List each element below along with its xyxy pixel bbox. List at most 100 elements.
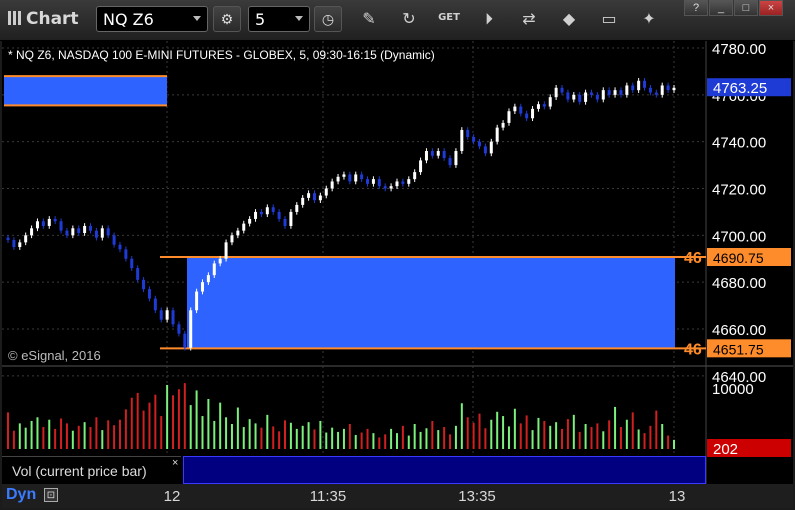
candle-body — [666, 85, 670, 91]
candle-body — [654, 92, 658, 95]
volume-tick-label: 10000 — [712, 381, 754, 398]
candle-body — [112, 235, 116, 245]
get-icon[interactable]: GET — [438, 12, 460, 23]
candle-body — [18, 242, 22, 248]
candle-body — [230, 235, 234, 243]
chevron-down-icon — [295, 16, 303, 21]
candle-body — [136, 268, 140, 280]
comment-icon[interactable]: ▭ — [598, 9, 620, 28]
candle-body — [584, 92, 588, 102]
volume-label: Vol (current price bar) — [12, 463, 147, 479]
volume-study-label[interactable]: Vol (current price bar) × — [2, 456, 181, 483]
candle-body — [572, 94, 576, 100]
lock-icon[interactable]: ⊡ — [44, 488, 58, 502]
interval-value: 5 — [255, 10, 266, 29]
candle-body — [153, 298, 157, 311]
price-tick-label: 4740.00 — [712, 135, 766, 152]
volume-last-label: 202 — [713, 441, 738, 458]
candle-body — [619, 90, 623, 95]
candle-body — [59, 221, 63, 231]
candle-body — [607, 90, 611, 95]
candle-body — [130, 258, 134, 269]
candle-body — [413, 172, 417, 180]
candle-body — [401, 181, 405, 184]
candle-body — [601, 90, 605, 100]
candle-body — [566, 92, 570, 100]
candle-body — [672, 87, 676, 91]
time-label: 12 — [163, 488, 181, 505]
app-title: Chart — [8, 9, 79, 29]
candle-body — [47, 218, 51, 226]
candle-body — [53, 218, 57, 222]
candle-body — [643, 80, 647, 88]
candle-body — [159, 310, 163, 320]
candle-body — [354, 174, 358, 182]
title-bar: Chart NQ Z6 ⚙ 5 ◷ ✎ ↻ GET ⏵ ⇄ ◆ ▭ ✦ ? _ … — [0, 0, 795, 41]
candle-body — [218, 258, 222, 264]
time-label: 11:35 — [309, 488, 347, 505]
refresh-icon[interactable]: ↻ — [398, 9, 420, 28]
dynamic-label[interactable]: Dyn — [6, 486, 36, 504]
candle-body — [71, 228, 75, 236]
candle-body — [30, 228, 34, 236]
candle-body — [519, 106, 523, 114]
watermark: © eSignal, 2016 — [8, 348, 101, 363]
volume-bars — [7, 383, 675, 449]
time-button[interactable]: ◷ — [314, 6, 342, 32]
candle-body — [35, 221, 39, 229]
maximize-button[interactable]: □ — [734, 0, 758, 16]
settings-button[interactable]: ⚙ — [213, 6, 241, 32]
candle-body — [124, 249, 128, 259]
candle-body — [318, 195, 322, 201]
candle-body — [648, 87, 652, 93]
candle-body — [548, 97, 552, 107]
candle-body — [212, 263, 216, 276]
symbol-select[interactable]: NQ Z6 — [96, 6, 208, 32]
chart-panel[interactable]: 4780.00 4760.00 4740.00 4720.00 4700.00 4680.… — [2, 41, 793, 508]
candle-body — [12, 240, 16, 248]
candle-body — [94, 230, 98, 238]
candle-body — [271, 207, 275, 212]
help-button[interactable]: ? — [684, 0, 708, 16]
candle-body — [536, 104, 540, 109]
candle-body — [171, 310, 175, 325]
candle-body — [478, 141, 482, 147]
pencil-icon[interactable]: ✎ — [358, 9, 380, 28]
twitter-icon[interactable]: ✦ — [638, 9, 660, 28]
candle-body — [330, 181, 334, 189]
candle-body — [371, 179, 375, 184]
candle-body — [360, 174, 364, 180]
interval-select[interactable]: 5 — [248, 6, 310, 32]
candle-body — [283, 218, 287, 226]
candle-body — [366, 179, 370, 184]
candle-body — [41, 221, 45, 226]
close-button[interactable]: × — [759, 0, 783, 16]
play-icon[interactable]: ⏵ — [478, 9, 500, 29]
candle-body — [578, 94, 582, 102]
price-chart[interactable]: 4780.004760.004740.004720.004700.004680.… — [2, 41, 793, 484]
minimize-button[interactable]: _ — [709, 0, 733, 16]
candle-body — [613, 90, 617, 95]
candle-body — [259, 211, 263, 215]
chevron-down-icon — [193, 16, 201, 21]
candle-body — [419, 160, 423, 173]
candle-body — [65, 230, 69, 236]
zone-count-label: 46 — [684, 250, 702, 267]
candle-body — [660, 85, 664, 95]
candle-body — [377, 179, 381, 187]
candle-body — [336, 176, 340, 182]
candle-body — [24, 235, 28, 243]
candle-body — [177, 324, 181, 334]
close-study-icon[interactable]: × — [172, 457, 178, 469]
candle-body — [89, 225, 93, 231]
candle-body — [424, 151, 428, 161]
compare-icon[interactable]: ⇄ — [518, 9, 540, 28]
price-axis: 4780.004760.004740.004720.004700.004680.… — [684, 41, 791, 458]
symbol-value: NQ Z6 — [103, 10, 154, 29]
clock-icon: ◷ — [321, 11, 335, 27]
tag-icon[interactable]: ◆ — [558, 9, 580, 28]
candle-body — [100, 228, 104, 238]
candle-body — [525, 113, 529, 119]
candle-body — [430, 151, 434, 156]
candle-body — [307, 193, 311, 198]
